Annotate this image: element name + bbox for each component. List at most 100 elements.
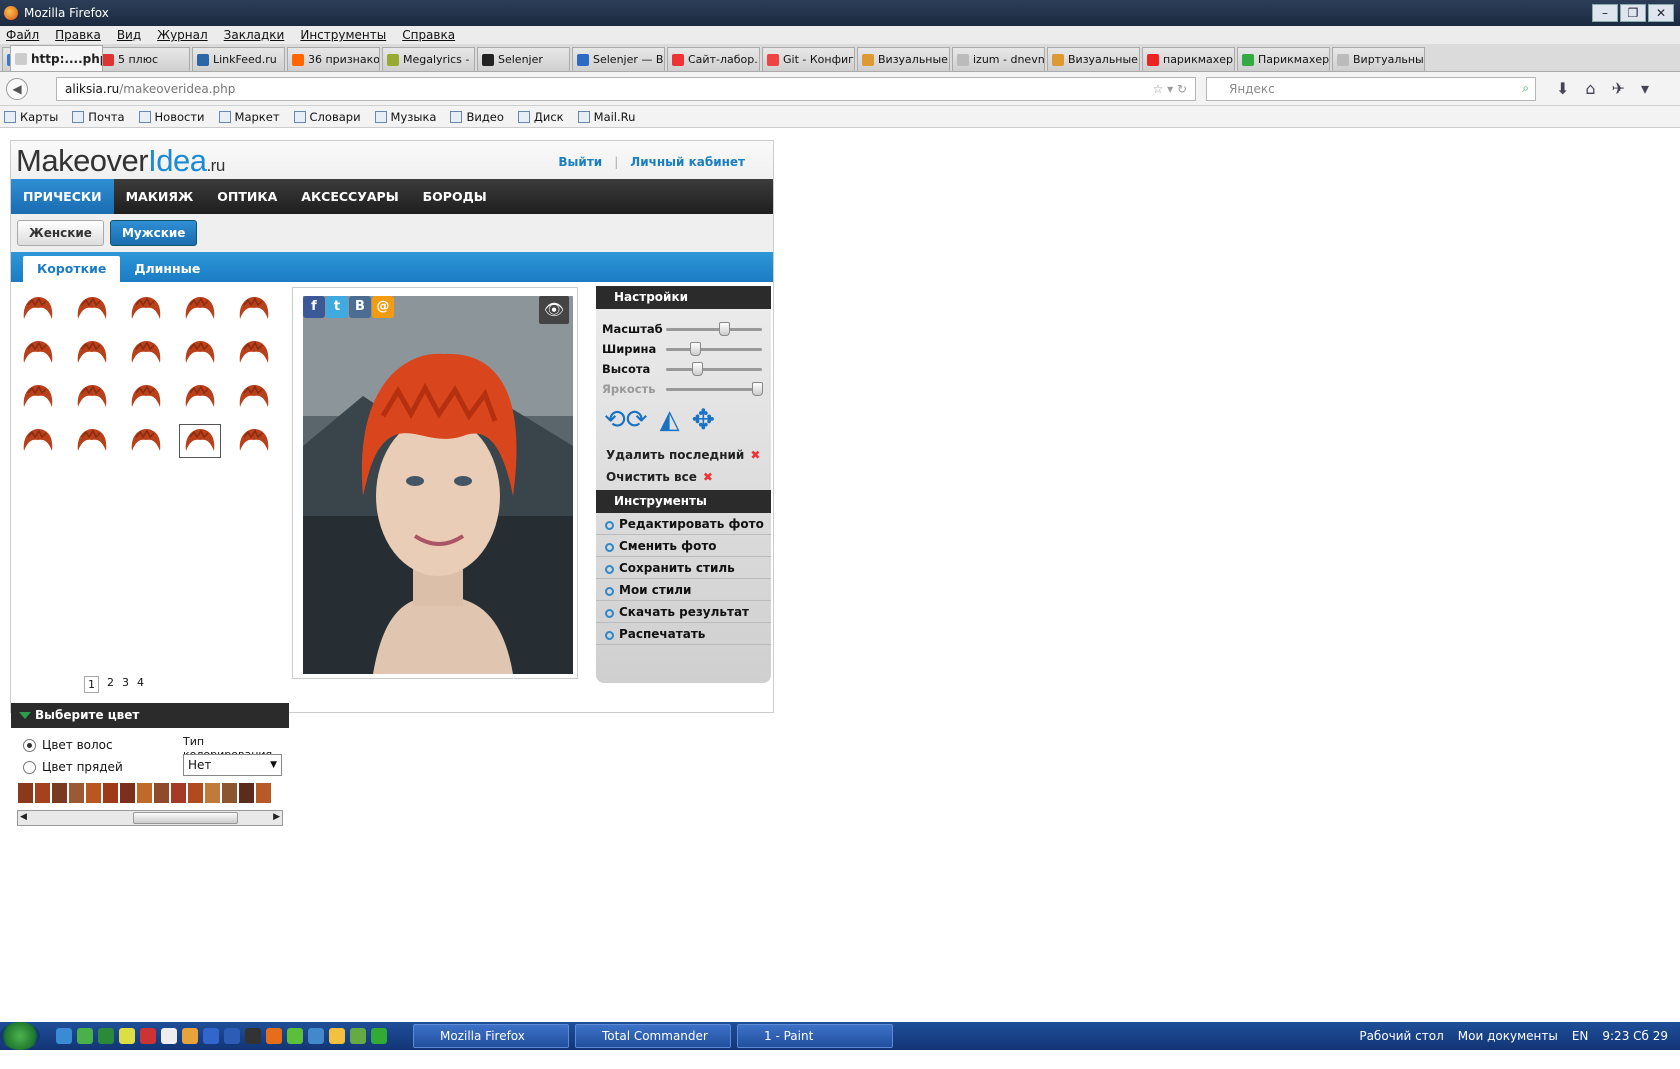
slider-0[interactable]: Масштаб	[602, 321, 762, 336]
color-header[interactable]: Выберите цвет	[11, 703, 289, 728]
delete-last-button[interactable]: Удалить последний ✖	[606, 448, 760, 462]
color-swatch[interactable]	[221, 782, 238, 804]
hairstyle-thumb[interactable]	[71, 336, 113, 370]
hairstyle-thumb[interactable]	[179, 424, 221, 458]
strands-color-radio[interactable]: Цвет прядей	[23, 760, 123, 774]
color-swatch[interactable]	[153, 782, 170, 804]
search-icon[interactable]: ⌕	[1522, 81, 1529, 96]
male-button[interactable]: Мужские	[109, 220, 198, 246]
hairstyle-thumb[interactable]	[17, 380, 59, 414]
maximize-button[interactable]: ❐	[1620, 4, 1646, 22]
tool-item-3[interactable]: Мои стили	[596, 580, 771, 601]
ql-icon[interactable]	[350, 1028, 366, 1044]
clear-all-button[interactable]: Очистить все ✖	[606, 470, 713, 484]
scroll-thumb[interactable]	[133, 812, 238, 824]
share-icon-2[interactable]: B	[349, 296, 371, 318]
page-3[interactable]: 3	[122, 676, 129, 693]
tab-12[interactable]: парикмахер...	[1142, 47, 1235, 71]
tab-14[interactable]: Виртуальны...	[1332, 47, 1425, 71]
back-button[interactable]: ◀	[6, 77, 28, 100]
ql-icon[interactable]	[371, 1028, 387, 1044]
cabinet-link[interactable]: Личный кабинет	[630, 155, 745, 169]
tab-long[interactable]: Длинные	[120, 256, 214, 282]
ql-icon[interactable]	[119, 1028, 135, 1044]
menu-history[interactable]: Журнал	[157, 28, 208, 42]
hairstyle-thumb[interactable]	[233, 380, 275, 414]
hairstyle-thumb[interactable]	[233, 424, 275, 458]
flip-icon[interactable]: ◭	[660, 405, 680, 435]
bookmark-8[interactable]: Mail.Ru	[577, 110, 635, 124]
menu-icon[interactable]: ▾	[1641, 79, 1649, 98]
start-button[interactable]	[0, 1022, 40, 1050]
color-swatch[interactable]	[187, 782, 204, 804]
tab-10[interactable]: izum - dnevni...	[952, 47, 1045, 71]
move-icon[interactable]: ✥	[692, 403, 715, 436]
hairstyle-thumb[interactable]	[179, 380, 221, 414]
download-icon[interactable]: ⬇	[1556, 79, 1569, 98]
menu-file[interactable]: Файл	[6, 28, 39, 42]
rotate-icon[interactable]: ⟲⟳	[604, 405, 648, 435]
docs-toolbar[interactable]: Мои документы	[1458, 1029, 1558, 1043]
hairstyle-thumb[interactable]	[17, 336, 59, 370]
color-swatch[interactable]	[204, 782, 221, 804]
page-1[interactable]: 1	[84, 676, 99, 693]
hairstyle-thumb[interactable]	[179, 336, 221, 370]
menu-tools[interactable]: Инструменты	[300, 28, 386, 42]
slider-track[interactable]	[666, 321, 762, 336]
menu-hairstyles[interactable]: ПРИЧЕСКИ	[11, 179, 114, 214]
menu-optics[interactable]: ОПТИКА	[205, 179, 289, 214]
tool-item-5[interactable]: Распечатать	[596, 624, 771, 645]
hairstyle-thumb[interactable]	[233, 292, 275, 326]
menu-edit[interactable]: Правка	[55, 28, 101, 42]
hairstyle-thumb[interactable]	[233, 336, 275, 370]
color-swatch[interactable]	[17, 782, 34, 804]
ql-icon[interactable]	[56, 1028, 72, 1044]
tab-7[interactable]: Сайт-лабор...	[667, 47, 760, 71]
slider-track[interactable]	[666, 341, 762, 356]
tab-short[interactable]: Короткие	[23, 256, 121, 282]
ql-icon[interactable]	[98, 1028, 114, 1044]
tab-15[interactable]: http:....php	[10, 45, 103, 71]
slider-knob[interactable]	[752, 381, 763, 396]
bookmark-1[interactable]: Почта	[72, 110, 125, 124]
menu-accessories[interactable]: АКСЕССУАРЫ	[289, 179, 410, 214]
slider-2[interactable]: Высота	[602, 361, 762, 376]
tab-4[interactable]: Megalyrics - ...	[382, 47, 475, 71]
slider-1[interactable]: Ширина	[602, 341, 762, 356]
color-swatch[interactable]	[34, 782, 51, 804]
hair-color-radio[interactable]: Цвет волос	[23, 738, 113, 752]
tab-13[interactable]: Парикмахер...	[1237, 47, 1330, 71]
slider-track[interactable]	[666, 381, 763, 396]
swatch-scrollbar[interactable]: ◀ ▶	[17, 810, 283, 826]
color-swatch[interactable]	[85, 782, 102, 804]
tab-1[interactable]: 5 плюс	[97, 47, 190, 71]
bookmark-4[interactable]: Словари	[293, 110, 361, 124]
bookmark-7[interactable]: Диск	[517, 110, 564, 124]
menu-help[interactable]: Справка	[402, 28, 455, 42]
ql-icon[interactable]	[266, 1028, 282, 1044]
hairstyle-thumb[interactable]	[17, 292, 59, 326]
menu-view[interactable]: Вид	[117, 28, 141, 42]
scroll-right-icon[interactable]: ▶	[273, 812, 280, 822]
tab-9[interactable]: Визуальные ...	[857, 47, 950, 71]
home-icon[interactable]: ⌂	[1585, 79, 1595, 98]
color-swatch[interactable]	[119, 782, 136, 804]
desktop-toolbar[interactable]: Рабочий стол	[1359, 1029, 1443, 1043]
ql-icon[interactable]	[182, 1028, 198, 1044]
logout-link[interactable]: Выйти	[558, 155, 602, 169]
ql-icon[interactable]	[308, 1028, 324, 1044]
hairstyle-thumb[interactable]	[71, 380, 113, 414]
page-2[interactable]: 2	[107, 676, 114, 693]
hairstyle-thumb[interactable]	[125, 380, 167, 414]
minimize-button[interactable]: –	[1592, 4, 1618, 22]
slider-knob[interactable]	[719, 321, 731, 336]
ql-icon[interactable]	[224, 1028, 240, 1044]
hairstyle-thumb[interactable]	[125, 292, 167, 326]
color-swatch[interactable]	[51, 782, 68, 804]
slider-3[interactable]: Яркость	[602, 381, 763, 396]
female-button[interactable]: Женские	[17, 220, 104, 246]
taskbar-paint[interactable]: 1 - Paint	[737, 1024, 893, 1048]
tab-2[interactable]: LinkFeed.ru	[192, 47, 285, 71]
color-swatch[interactable]	[255, 782, 272, 804]
ql-icon[interactable]	[287, 1028, 303, 1044]
